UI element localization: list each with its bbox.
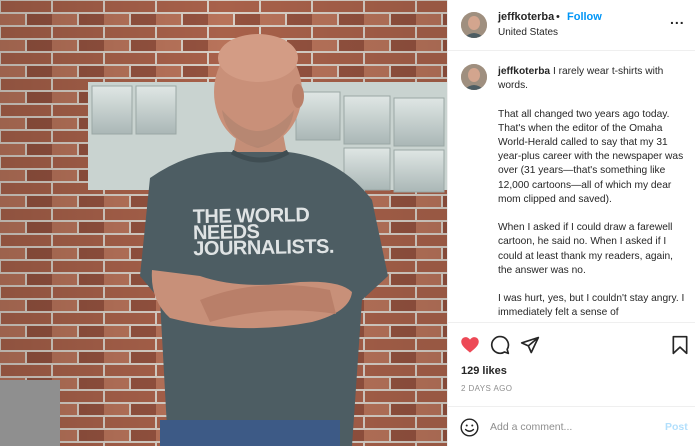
post-panel: jeffkoterba • Follow United States ... j… [447, 0, 695, 446]
emoji-icon[interactable] [460, 418, 479, 437]
caption-paragraph: That all changed two years ago today. Th… [498, 108, 684, 205]
shirt-text: THE WORLD NEEDS JOURNALISTS. [193, 204, 335, 261]
more-options-icon[interactable]: ... [670, 11, 685, 27]
share-icon[interactable] [520, 335, 540, 355]
avatar-image [461, 64, 487, 90]
post-date: 2 DAYS AGO [461, 384, 513, 393]
avatar[interactable] [461, 12, 487, 38]
header-username[interactable]: jeffkoterba [498, 11, 554, 23]
avatar-image [461, 12, 487, 38]
caption-username[interactable]: jeffkoterba [498, 66, 550, 77]
like-count[interactable]: 129 likes [461, 365, 507, 377]
post-comment-button[interactable]: Post [665, 421, 688, 433]
caption-paragraph: jeffkoterba I rarely wear t-shirts with … [498, 65, 688, 93]
caption-paragraph: I was hurt, yes, but I couldn't stay ang… [498, 293, 685, 319]
comment-bar: Post [448, 406, 695, 446]
comment-input[interactable] [490, 416, 650, 438]
caption-area: jeffkoterba I rarely wear t-shirts with … [448, 52, 695, 322]
caption-paragraph: When I asked if I could draw a farewell … [498, 222, 673, 276]
caption-avatar[interactable] [461, 64, 487, 90]
follow-button[interactable]: Follow [567, 11, 602, 23]
caption-text: jeffkoterba I rarely wear t-shirts with … [498, 65, 688, 322]
location-link[interactable]: United States [498, 27, 558, 38]
post-header: jeffkoterba • Follow United States ... [448, 0, 695, 51]
post-actions: 129 likes 2 DAYS AGO Post [448, 322, 695, 446]
heart-icon[interactable] [460, 335, 480, 355]
shirt-line-3: JOURNALISTS. [193, 235, 335, 261]
comment-icon[interactable] [490, 335, 510, 355]
bookmark-icon[interactable] [670, 335, 690, 355]
header-separator: • [556, 11, 560, 23]
post-photo[interactable]: THE WORLD NEEDS JOURNALISTS. [0, 0, 447, 446]
